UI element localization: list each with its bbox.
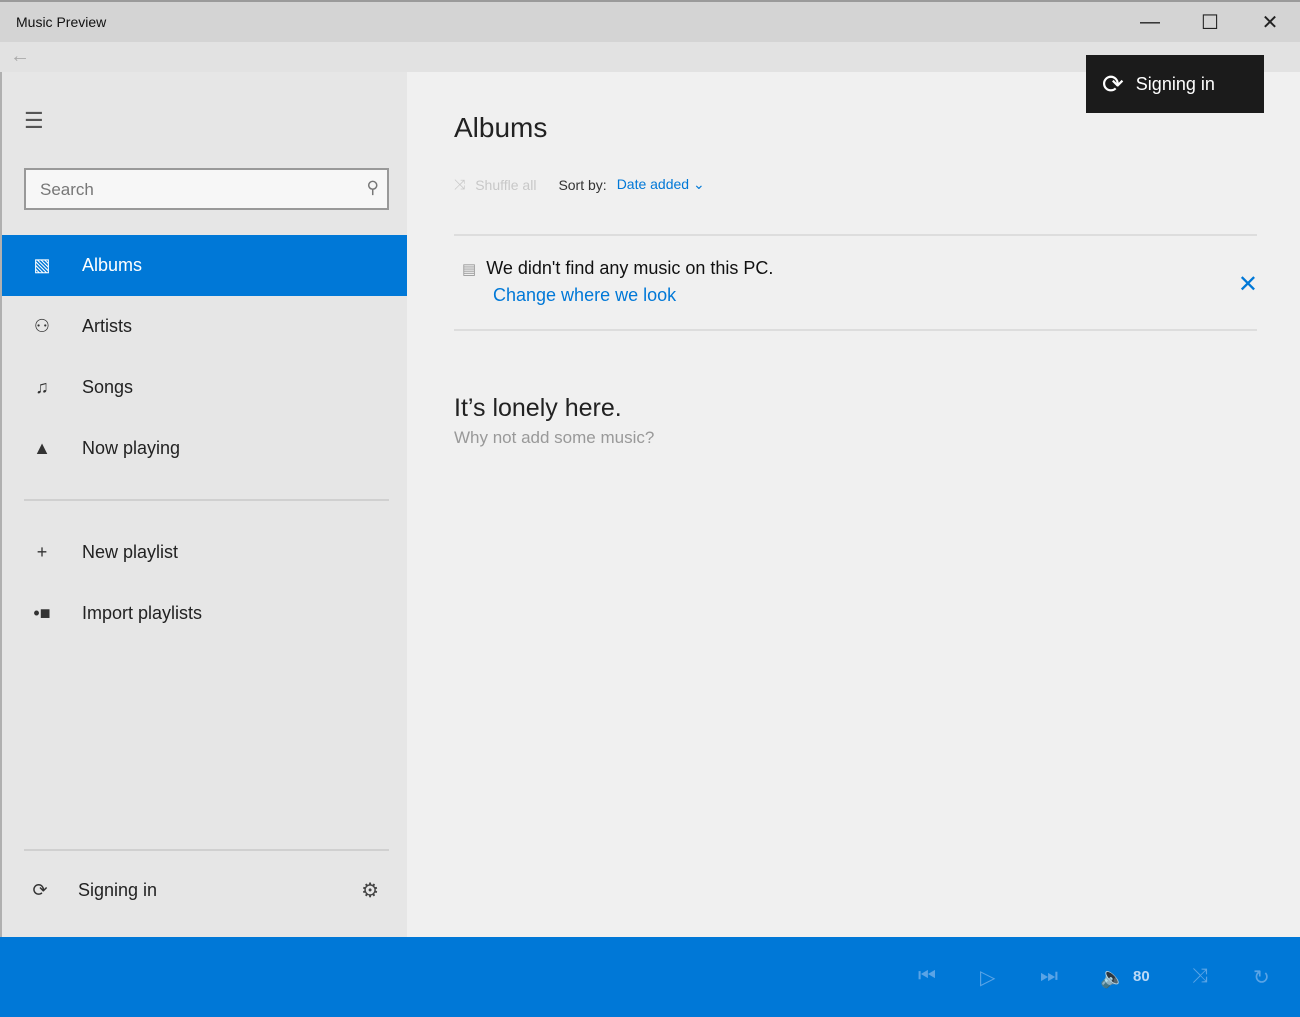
repeat-icon[interactable]: ↻ [1253,965,1270,990]
now-playing-icon: ▲ [33,438,51,458]
divider [454,234,1257,236]
signing-in-label: Signing in [1135,73,1215,94]
shuffle-icon: ⤨ [454,176,466,192]
settings-gear-icon[interactable]: ⚙ [361,878,379,903]
songs-icon: ♫ [35,377,49,397]
import-icon: •■ [33,603,51,623]
toolbar: ⤨ Shuffle all Sort by: Date added ⌄ [454,176,705,193]
sidebar-item-label: New playlist [82,542,179,562]
divider [24,849,389,851]
shuffle-icon[interactable]: ⤨ [1192,965,1208,988]
change-where-we-look-link[interactable]: Change where we look [493,285,773,306]
dismiss-notice-close-icon[interactable]: ✕ [1238,270,1258,299]
new-playlist-button[interactable]: + New playlist [2,522,407,583]
sidebar: ☰ Search ⚲ ▧ Albums ⚇ Artists ♫ Songs ▲ Now … [0,72,407,937]
account-signing-in[interactable]: ⟳ Signing in ⚙ [2,860,407,921]
sort-value: Date added [616,176,690,192]
maximize-button[interactable]: ☐ [1180,2,1240,42]
volume-icon[interactable]: 🔈 [1100,965,1125,990]
sidebar-item-albums[interactable]: ▧ Albums [2,235,407,296]
empty-state-subtitle: Why not add some music? [454,428,655,447]
next-icon[interactable]: ⏭ [1040,965,1058,988]
albums-icon: ▧ [33,255,51,275]
sidebar-item-label: Songs [82,377,134,397]
import-playlists-button[interactable]: •■ Import playlists [2,583,407,644]
signing-in-banner[interactable]: ⟳ Signing in [1086,55,1264,113]
sidebar-item-label: Now playing [82,438,181,458]
search-icon[interactable]: ⚲ [367,178,379,198]
sidebar-item-now-playing[interactable]: ▲ Now playing [2,418,407,479]
sidebar-item-songs[interactable]: ♫ Songs [2,357,407,418]
search-input[interactable]: Search ⚲ [24,168,389,210]
volume-level: 80 [1133,968,1150,985]
notice-text: We didn't find any music on this PC. [486,258,774,278]
player-bar: ⏮ ▷ ⏭ 🔈 80 ⤨ ↻ [0,937,1300,1017]
minimize-button[interactable]: — [1120,2,1180,42]
window-title: Music Preview [16,14,107,30]
main-content: Albums ⤨ Shuffle all Sort by: Date added… [407,72,1300,937]
divider [454,329,1257,331]
artists-icon: ⚇ [33,316,51,336]
hamburger-menu-icon[interactable]: ☰ [24,108,44,134]
no-music-notice: ▤ We didn't find any music on this PC. Ch… [462,258,773,306]
sidebar-item-label: Import playlists [82,603,203,623]
sort-label: Sort by: [558,176,607,193]
back-button[interactable]: ← [10,45,30,68]
account-label: Signing in [78,880,158,900]
divider [24,499,389,501]
sync-icon: ⟳ [1102,68,1124,99]
sidebar-item-label: Artists [82,316,133,336]
title-bar: Music Preview — ☐ ✕ [0,0,1300,42]
notice-icon: ▤ [462,261,477,278]
sort-dropdown[interactable]: Date added ⌄ [617,176,705,193]
plus-icon: + [36,542,48,562]
chevron-down-icon: ⌄ [692,176,705,192]
empty-state-title: It’s lonely here. [454,394,622,422]
search-placeholder: Search [40,180,94,199]
sidebar-item-label: Albums [82,255,143,275]
play-icon[interactable]: ▷ [980,965,995,990]
page-title: Albums [454,112,548,143]
sync-icon: ⟳ [32,880,48,900]
sidebar-item-artists[interactable]: ⚇ Artists [2,296,407,357]
shuffle-all-button[interactable]: Shuffle all [475,177,536,193]
close-button[interactable]: ✕ [1240,2,1300,42]
previous-icon[interactable]: ⏮ [918,965,936,988]
